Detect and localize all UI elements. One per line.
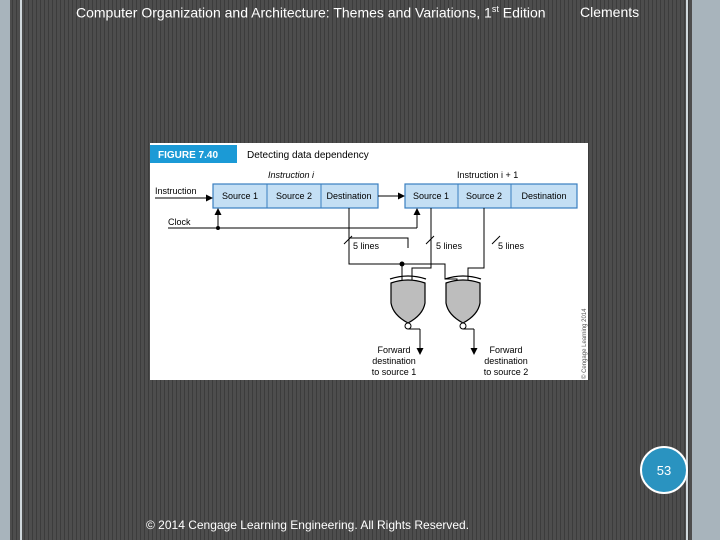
clock-label: Clock xyxy=(168,217,191,227)
svg-text:destination: destination xyxy=(372,356,416,366)
slide-number-badge: 53 xyxy=(640,446,688,494)
figure-label: FIGURE 7.40 xyxy=(158,150,218,161)
book-title: Computer Organization and Architecture: … xyxy=(76,4,546,21)
register-i: Source 1 Source 2 Destination xyxy=(212,183,379,209)
figure-panel: FIGURE 7.40 Detecting data dependency In… xyxy=(150,143,588,380)
register-i1: Source 1 Source 2 Destination xyxy=(404,183,578,209)
instruction-i1-label: Instruction i + 1 xyxy=(457,170,518,180)
register-i-source2: Source 2 xyxy=(276,191,312,201)
svg-text:to source 2: to source 2 xyxy=(484,367,529,377)
xor-gate-2 xyxy=(444,275,482,330)
right-border xyxy=(692,0,720,540)
output-label-2: Forward destination to source 2 xyxy=(484,345,529,377)
bus-width-label-2: 5 lines xyxy=(436,241,463,251)
right-frame-line xyxy=(686,0,688,540)
svg-text:destination: destination xyxy=(484,356,528,366)
svg-text:Forward: Forward xyxy=(489,345,522,355)
register-i-source1: Source 1 xyxy=(222,191,258,201)
register-i1-source2: Source 2 xyxy=(466,191,502,201)
author-name: Clements xyxy=(580,4,640,20)
figure-copyright: © Cengage Learning 2014 xyxy=(581,308,588,379)
register-i1-source1: Source 1 xyxy=(413,191,449,201)
bus-width-label-3: 5 lines xyxy=(498,241,525,251)
register-i-destination: Destination xyxy=(326,191,371,201)
left-border xyxy=(0,0,10,540)
figure-caption: Detecting data dependency xyxy=(247,150,369,161)
footer-copyright: © 2014 Cengage Learning Engineering. All… xyxy=(146,518,470,532)
instruction-i-label: Instruction i xyxy=(268,170,315,180)
output-label-1: Forward destination to source 1 xyxy=(372,345,417,377)
xor-gate-1 xyxy=(389,275,427,330)
instruction-input-label: Instruction xyxy=(155,186,197,196)
svg-text:to source 1: to source 1 xyxy=(372,367,417,377)
register-i1-destination: Destination xyxy=(521,191,566,201)
svg-text:Forward: Forward xyxy=(377,345,410,355)
bus-width-label-1: 5 lines xyxy=(353,241,380,251)
data-dependency-diagram: FIGURE 7.40 Detecting data dependency In… xyxy=(150,145,588,379)
left-frame-line xyxy=(20,0,22,540)
